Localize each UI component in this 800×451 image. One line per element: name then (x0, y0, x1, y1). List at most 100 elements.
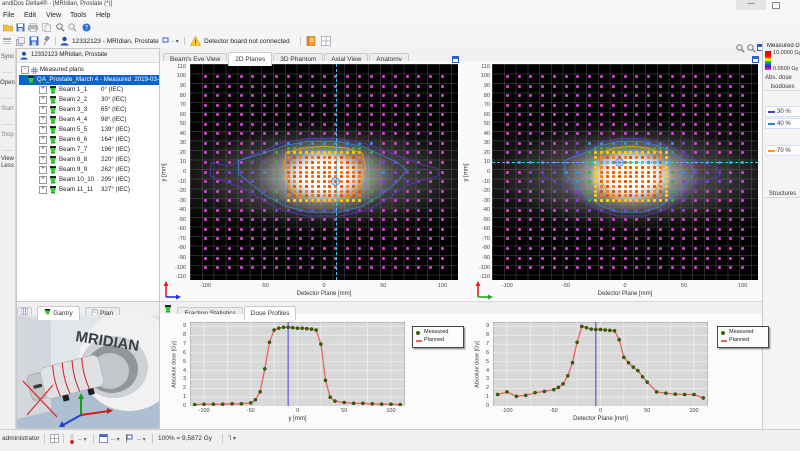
tree-beam-item[interactable]: +Beam 6_6164° (IEC) (19, 135, 159, 145)
menu-view[interactable]: View (46, 12, 61, 19)
session-user-label[interactable]: 12332123 - MRIdian, Prostate (72, 38, 159, 45)
layers-icon[interactable] (16, 37, 25, 46)
detector-dot (228, 151, 231, 154)
tree-beam-item[interactable]: +Beam 2_230° (IEC) (19, 95, 159, 105)
save-icon[interactable] (16, 23, 25, 32)
tree-plan-item[interactable]: QA_Prostate_March 4 - Measured 2019-03-1… (19, 75, 159, 85)
status-cursor-tool[interactable]: Ꞁ ▾ (228, 435, 236, 442)
tree-beam-item[interactable]: +Beam 3_365° (IEC) (19, 105, 159, 115)
menu-file[interactable]: File (3, 12, 14, 19)
expand-icon[interactable]: + (39, 166, 47, 174)
detector-dot (417, 113, 420, 116)
detector-dot (594, 180, 597, 183)
warning-icon: ! (190, 36, 201, 46)
status-gauge-icon[interactable] (69, 434, 75, 444)
menu-edit[interactable]: Edit (24, 12, 36, 19)
tree-beam-item[interactable]: +Beam 5_5139° (IEC) (19, 125, 159, 135)
expand-icon[interactable]: + (39, 146, 47, 154)
open-folder-icon[interactable] (3, 23, 13, 32)
isodose-color-swatch (768, 150, 775, 152)
dose-plane-right[interactable] (492, 64, 758, 280)
menu-tools[interactable]: Tools (70, 12, 86, 19)
status-gauge-value[interactable]: -- ▾ (78, 436, 87, 443)
detector-dot (299, 171, 302, 174)
zoom-out-icon[interactable] (68, 23, 77, 32)
notebook-icon[interactable] (306, 36, 316, 46)
session-dropdown[interactable]: - ▾ (172, 38, 179, 45)
crosshair-line[interactable] (492, 162, 758, 163)
print-icon[interactable] (28, 23, 38, 32)
crosshair-line[interactable] (336, 64, 337, 280)
dose-plane-left[interactable] (190, 64, 458, 280)
detector-dot (370, 142, 373, 145)
tree-beam-item[interactable]: +Beam 10_10295° (IEC) (19, 175, 159, 185)
zoom-in-icon[interactable] (736, 44, 745, 53)
tree-beam-item[interactable]: +Beam 7_7196° (IEC) (19, 145, 159, 155)
isodose-item[interactable]: 40 % (765, 118, 800, 129)
sync-button[interactable]: Sync (0, 54, 15, 60)
tree-root-item[interactable]: - Measured plans (19, 65, 159, 75)
beam-icon (49, 126, 57, 134)
isodose-item[interactable]: 30 % (765, 106, 800, 117)
maximize-left-map-button[interactable] (452, 56, 459, 63)
beam-icon (49, 156, 57, 164)
layout-icon[interactable] (3, 38, 11, 45)
detector-dot (370, 151, 373, 154)
zoom-out-icon[interactable] (747, 44, 756, 53)
detector-dot (629, 156, 632, 159)
copy-icon[interactable] (42, 23, 51, 32)
minimize-button[interactable]: — (736, 0, 766, 10)
profile-left[interactable] (190, 322, 405, 406)
detector-dot (251, 75, 254, 78)
detector-dot (682, 104, 685, 107)
isodose-item[interactable]: 70 % (765, 145, 800, 156)
collapse-icon[interactable]: - (21, 66, 29, 74)
tree-beam-item[interactable]: +Beam 9_9262° (IEC) (19, 165, 159, 175)
status-flag-icon[interactable] (126, 434, 134, 443)
profile-right[interactable] (493, 322, 708, 406)
expand-icon[interactable]: + (39, 186, 47, 194)
status-panel-value[interactable]: -- ▾ (111, 436, 120, 443)
expand-icon[interactable]: + (39, 156, 47, 164)
menu-help[interactable]: Help (96, 12, 110, 19)
tab-dose-profiles[interactable]: Dose Profiles (244, 306, 297, 320)
restore-button[interactable] (772, 2, 780, 9)
start-button[interactable]: Start (0, 106, 15, 112)
detector-dot (328, 171, 331, 174)
help-icon[interactable]: ? (82, 23, 91, 32)
tree-beam-item[interactable]: +Beam 8_8220° (IEC) (19, 155, 159, 165)
tree-beam-item[interactable]: +Beam 4_498° (IEC) (19, 115, 159, 125)
detector-dot (553, 266, 556, 269)
expand-icon[interactable]: + (39, 176, 47, 184)
detector-dot (665, 185, 668, 188)
expand-icon[interactable]: + (39, 136, 47, 144)
detector-dot (370, 171, 373, 174)
expand-icon[interactable]: + (39, 106, 47, 114)
tree-beam-item[interactable]: +Beam 11_11327° (IEC) (19, 185, 159, 195)
tab-2d-planes[interactable]: 2D Planes (228, 52, 272, 66)
expand-icon[interactable]: + (39, 86, 47, 94)
status-grid-icon[interactable] (50, 434, 59, 443)
save-measurement-icon[interactable] (29, 36, 39, 46)
status-panel-icon[interactable] (99, 434, 108, 443)
session-flag-icon[interactable] (162, 37, 170, 45)
view-less-button[interactable]: View Less (0, 156, 15, 170)
expand-icon[interactable]: + (39, 126, 47, 134)
detector-dot (706, 266, 709, 269)
tree-beam-item[interactable]: +Beam 1_10° (IEC) (19, 85, 159, 95)
zoom-in-icon[interactable] (56, 23, 65, 32)
gantry-3d-view[interactable]: MRIDIAN (17, 315, 159, 428)
selected-detector-marker[interactable] (331, 177, 340, 186)
tab-gantry[interactable]: Gantry (37, 306, 79, 320)
maximize-right-map-button[interactable] (752, 56, 759, 63)
status-flag-value[interactable]: -- ▾ (137, 436, 146, 443)
selected-detector-marker[interactable] (615, 158, 624, 167)
pin-icon[interactable] (43, 36, 51, 46)
open-button[interactable]: Open (0, 80, 15, 86)
stop-button[interactable]: Stop (0, 132, 15, 138)
expand-icon[interactable]: + (39, 116, 47, 124)
grid-window-icon[interactable] (321, 36, 331, 46)
detector-dot (299, 123, 302, 126)
expand-icon[interactable]: + (39, 96, 47, 104)
detector-dot (417, 180, 420, 183)
